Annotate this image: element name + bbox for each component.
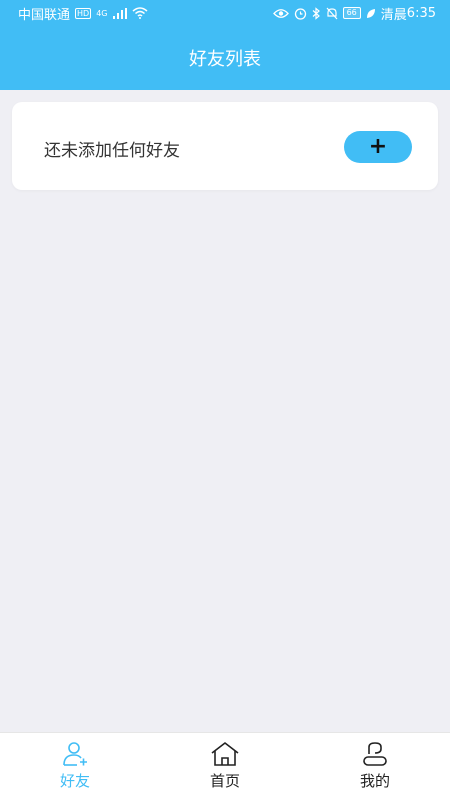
- signal-icon: [112, 7, 127, 19]
- tab-label-friends: 好友: [59, 772, 90, 790]
- app-header: 好友列表: [0, 26, 450, 90]
- hd-badge: HD: [75, 7, 92, 19]
- tab-friends[interactable]: 好友: [0, 733, 150, 800]
- tab-label-home: 首页: [209, 772, 240, 790]
- friend-list-card: 还未添加任何好友 +: [12, 102, 438, 190]
- wifi-icon: [132, 7, 147, 19]
- weather-text: 清晨: [380, 7, 407, 23]
- tab-label-mine: 我的: [359, 772, 390, 790]
- mute-bell-icon: [326, 7, 338, 19]
- tab-home[interactable]: 首页: [150, 733, 300, 800]
- status-bar: 中国联通 HD 4G 66 清晨 6:35: [0, 0, 450, 26]
- status-bar-left: 中国联通 HD 4G: [18, 4, 148, 23]
- profile-icon: [363, 742, 387, 766]
- add-friend-button[interactable]: +: [344, 131, 412, 163]
- tab-mine[interactable]: 我的: [300, 733, 450, 800]
- empty-friends-text: 还未添加任何好友: [44, 141, 180, 161]
- network-type: 4G: [96, 8, 108, 18]
- leaf-icon: [366, 8, 375, 18]
- status-bar-right: 66 清晨 6:35: [272, 4, 436, 23]
- home-icon: [211, 742, 239, 766]
- clock-time: 6:35: [406, 5, 436, 21]
- eye-icon: [272, 8, 289, 18]
- page-title: 好友列表: [189, 49, 261, 70]
- alarm-icon: [294, 7, 306, 20]
- bluetooth-icon: [312, 6, 320, 20]
- add-friend-icon: [63, 742, 87, 766]
- battery-indicator: 66: [342, 7, 361, 19]
- bottom-tab-bar: 好友 首页 我的: [0, 732, 450, 800]
- carrier-name: 中国联通: [18, 7, 71, 23]
